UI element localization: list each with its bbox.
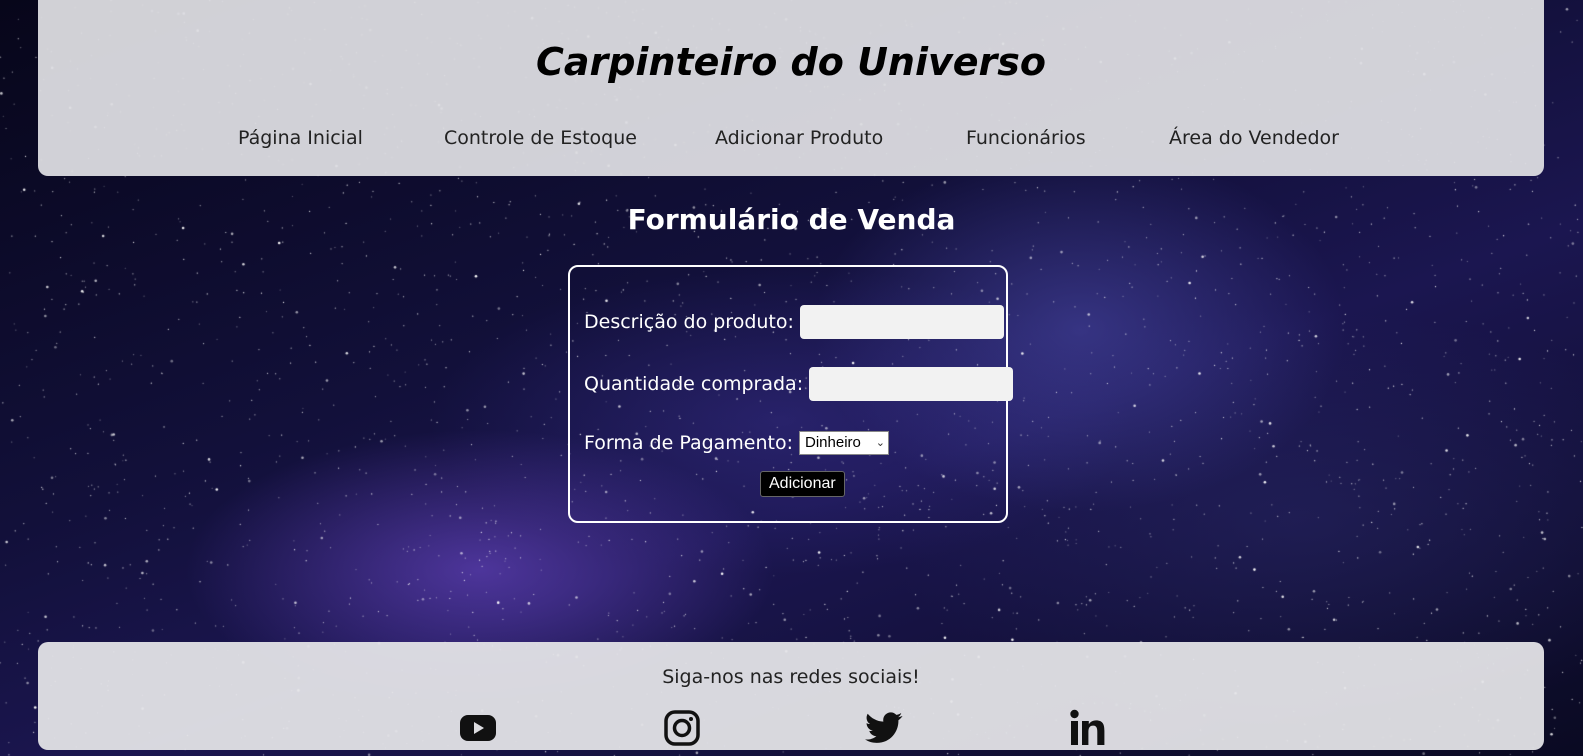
instagram-icon — [664, 710, 700, 746]
description-label: Descrição do produto: — [584, 311, 794, 333]
payment-row: Forma de Pagamento: Dinheiro ⌄ — [584, 431, 889, 455]
form-title: Formulário de Venda — [627, 203, 956, 236]
nav-link-adicionar-produto[interactable]: Adicionar Produto — [715, 127, 883, 149]
youtube-icon — [460, 715, 496, 741]
payment-selected-value: Dinheiro — [805, 434, 861, 451]
main-nav: Página Inicial Controle de Estoque Adici… — [38, 127, 1544, 151]
quantity-row: Quantidade comprada: — [584, 367, 1014, 401]
site-title: Carpinteiro do Universo — [535, 40, 1047, 84]
instagram-link[interactable] — [662, 708, 702, 748]
description-row: Descrição do produto: — [584, 305, 1004, 339]
nav-link-funcionarios[interactable]: Funcionários — [966, 127, 1086, 149]
site-footer: Siga-nos nas redes sociais! — [38, 642, 1544, 750]
twitter-link[interactable] — [864, 708, 904, 748]
footer-text: Siga-nos nas redes sociais! — [662, 666, 920, 688]
site-header: Carpinteiro do Universo Página Inicial C… — [38, 0, 1544, 176]
sale-form: Descrição do produto: Quantidade comprad… — [568, 265, 1014, 523]
youtube-link[interactable] — [458, 708, 498, 748]
payment-label: Forma de Pagamento: — [584, 432, 793, 454]
nav-link-pagina-inicial[interactable]: Página Inicial — [238, 127, 363, 149]
chevron-down-icon: ⌄ — [875, 437, 885, 449]
nav-link-controle-de-estoque[interactable]: Controle de Estoque — [444, 127, 637, 149]
add-button[interactable]: Adicionar — [760, 471, 845, 497]
linkedin-link[interactable] — [1068, 708, 1108, 748]
quantity-label: Quantidade comprada: — [584, 373, 804, 395]
linkedin-icon — [1070, 709, 1105, 745]
payment-select[interactable]: Dinheiro ⌄ — [799, 431, 889, 455]
description-input[interactable] — [799, 305, 1004, 339]
quantity-input[interactable] — [809, 367, 1014, 401]
twitter-icon — [865, 712, 903, 743]
nav-link-area-do-vendedor[interactable]: Área do Vendedor — [1169, 127, 1339, 149]
